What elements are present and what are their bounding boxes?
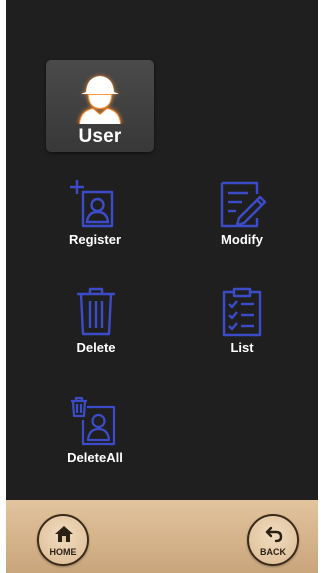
delete-button[interactable]: Delete	[46, 286, 146, 355]
list-label: List	[230, 340, 254, 355]
back-button[interactable]: BACK	[247, 514, 299, 566]
home-button[interactable]: HOME	[37, 514, 89, 566]
delete-all-button[interactable]: DeleteAll	[45, 396, 145, 465]
register-button[interactable]: Register	[45, 178, 145, 247]
back-label: BACK	[260, 547, 286, 557]
home-icon	[55, 526, 73, 542]
user-tile-label: User	[78, 126, 122, 147]
home-label: HOME	[49, 547, 77, 557]
main-screen: User Register Modify Delete List DeleteA…	[6, 0, 318, 500]
modify-label: Modify	[221, 232, 263, 247]
bottom-nav-bar: HOME BACK	[6, 500, 318, 573]
delete-label: Delete	[76, 340, 116, 355]
delete-all-users-icon	[71, 396, 116, 446]
trash-icon	[77, 287, 115, 336]
user-avatar-icon	[79, 76, 121, 124]
list-button[interactable]: List	[192, 286, 292, 355]
user-tile[interactable]: User	[46, 60, 154, 152]
add-user-icon	[70, 180, 114, 228]
edit-document-icon	[220, 181, 267, 228]
clipboard-checklist-icon	[222, 287, 262, 337]
back-arrow-icon	[265, 526, 283, 543]
modify-button[interactable]: Modify	[192, 178, 292, 247]
delete-all-label: DeleteAll	[67, 450, 123, 465]
register-label: Register	[68, 232, 122, 247]
